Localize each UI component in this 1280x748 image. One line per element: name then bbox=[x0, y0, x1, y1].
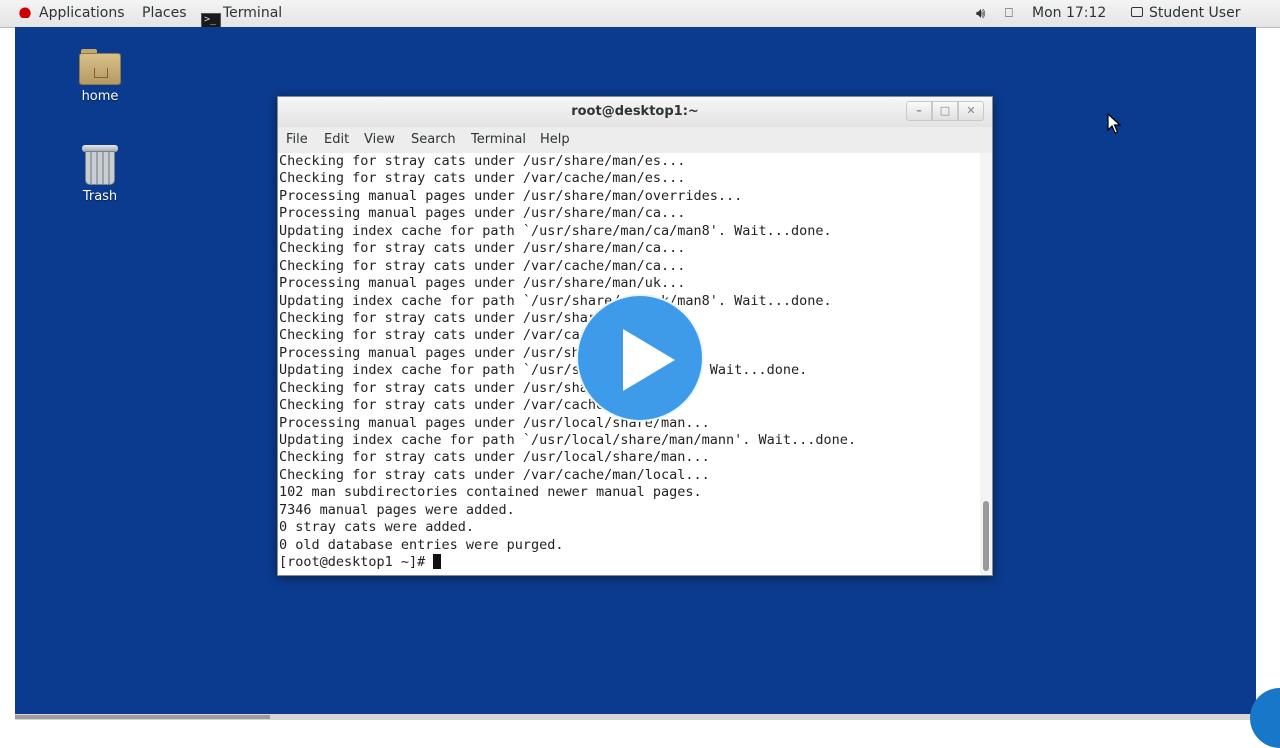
clock[interactable]: Mon 17:12 bbox=[1032, 0, 1106, 27]
volume-icon[interactable]: 🔊︎ bbox=[976, 0, 985, 27]
text-cursor bbox=[433, 554, 442, 570]
menu-view[interactable]: View bbox=[364, 127, 395, 153]
terminal-line: 0 old database entries were purged. bbox=[279, 536, 564, 553]
terminal-line: Checking for stray cats under /usr/local… bbox=[279, 449, 710, 466]
menu-bar: File Edit View Search Terminal Help bbox=[278, 127, 992, 153]
terminal-line: Checking for stray cats under /usr/share… bbox=[279, 153, 686, 169]
terminal-line: Processing manual pages under /usr/share… bbox=[279, 275, 686, 292]
menu-file[interactable]: File bbox=[286, 127, 308, 153]
scrollbar-thumb[interactable] bbox=[983, 501, 989, 571]
home-folder-icon bbox=[79, 49, 121, 85]
window-title: root@desktop1:~ bbox=[571, 104, 699, 119]
applications-menu[interactable]: Applications bbox=[18, 0, 125, 27]
terminal-line: Checking for stray cats under /usr/share… bbox=[279, 240, 686, 257]
redhat-logo-icon bbox=[18, 6, 32, 18]
minimize-button[interactable]: – bbox=[906, 101, 932, 121]
desktop-icon-label: home bbox=[81, 89, 119, 104]
scrollbar[interactable] bbox=[980, 153, 992, 575]
terminal-taskbar-button[interactable]: >_ Terminal bbox=[201, 0, 283, 33]
play-icon bbox=[623, 329, 675, 391]
user-name: Student User bbox=[1149, 5, 1241, 21]
window-titlebar[interactable]: root@desktop1:~ – □ ✕ bbox=[278, 97, 992, 127]
terminal-line: Processing manual pages under /usr/share… bbox=[279, 187, 743, 204]
menu-help[interactable]: Help bbox=[540, 127, 570, 153]
terminal-line: 7346 manual pages were added. bbox=[279, 501, 515, 518]
terminal-line: Processing manual pages under /usr/share… bbox=[279, 205, 686, 222]
terminal-line: Checking for stray cats under /var/cache… bbox=[279, 257, 686, 274]
mouse-pointer-icon bbox=[1107, 113, 1121, 134]
close-button[interactable]: ✕ bbox=[958, 101, 984, 121]
menu-terminal[interactable]: Terminal bbox=[471, 127, 526, 153]
terminal-line: Checking for stray cats under /var/cache… bbox=[279, 466, 710, 483]
trash-icon bbox=[82, 145, 118, 185]
terminal-line: Updating index cache for path `/usr/shar… bbox=[279, 222, 832, 239]
bottom-scrollbar[interactable] bbox=[15, 714, 1256, 720]
menu-edit[interactable]: Edit bbox=[324, 127, 349, 153]
desktop-icon-trash[interactable]: Trash bbox=[60, 145, 140, 204]
desktop-icon-home[interactable]: home bbox=[60, 49, 140, 104]
terminal-prompt-line[interactable]: [root@desktop1 ~]# bbox=[279, 554, 979, 571]
terminal-line: Updating index cache for path `/usr/loca… bbox=[279, 432, 857, 448]
user-icon bbox=[1131, 7, 1143, 17]
menu-search[interactable]: Search bbox=[411, 127, 456, 153]
bottom-scrollbar-thumb[interactable] bbox=[15, 715, 270, 719]
places-menu[interactable]: Places bbox=[142, 0, 187, 27]
terminal-line: Checking for stray cats under /var/cache… bbox=[279, 170, 686, 187]
network-icon[interactable]: ⎕ bbox=[1005, 0, 1013, 27]
top-panel: Applications Places >_ Terminal 🔊︎ ⎕ Mon … bbox=[0, 0, 1280, 33]
terminal-task-label: Terminal bbox=[223, 5, 283, 21]
terminal-line: 102 man subdirectories contained newer m… bbox=[279, 484, 702, 501]
user-menu[interactable]: Student User bbox=[1131, 0, 1240, 27]
maximize-button[interactable]: □ bbox=[932, 101, 958, 121]
desktop-icon-label: Trash bbox=[82, 189, 118, 204]
terminal-prompt: [root@desktop1 ~]# bbox=[279, 554, 434, 571]
video-play-button[interactable] bbox=[576, 294, 704, 422]
applications-label: Applications bbox=[39, 5, 125, 21]
terminal-line: 0 stray cats were added. bbox=[279, 519, 475, 536]
